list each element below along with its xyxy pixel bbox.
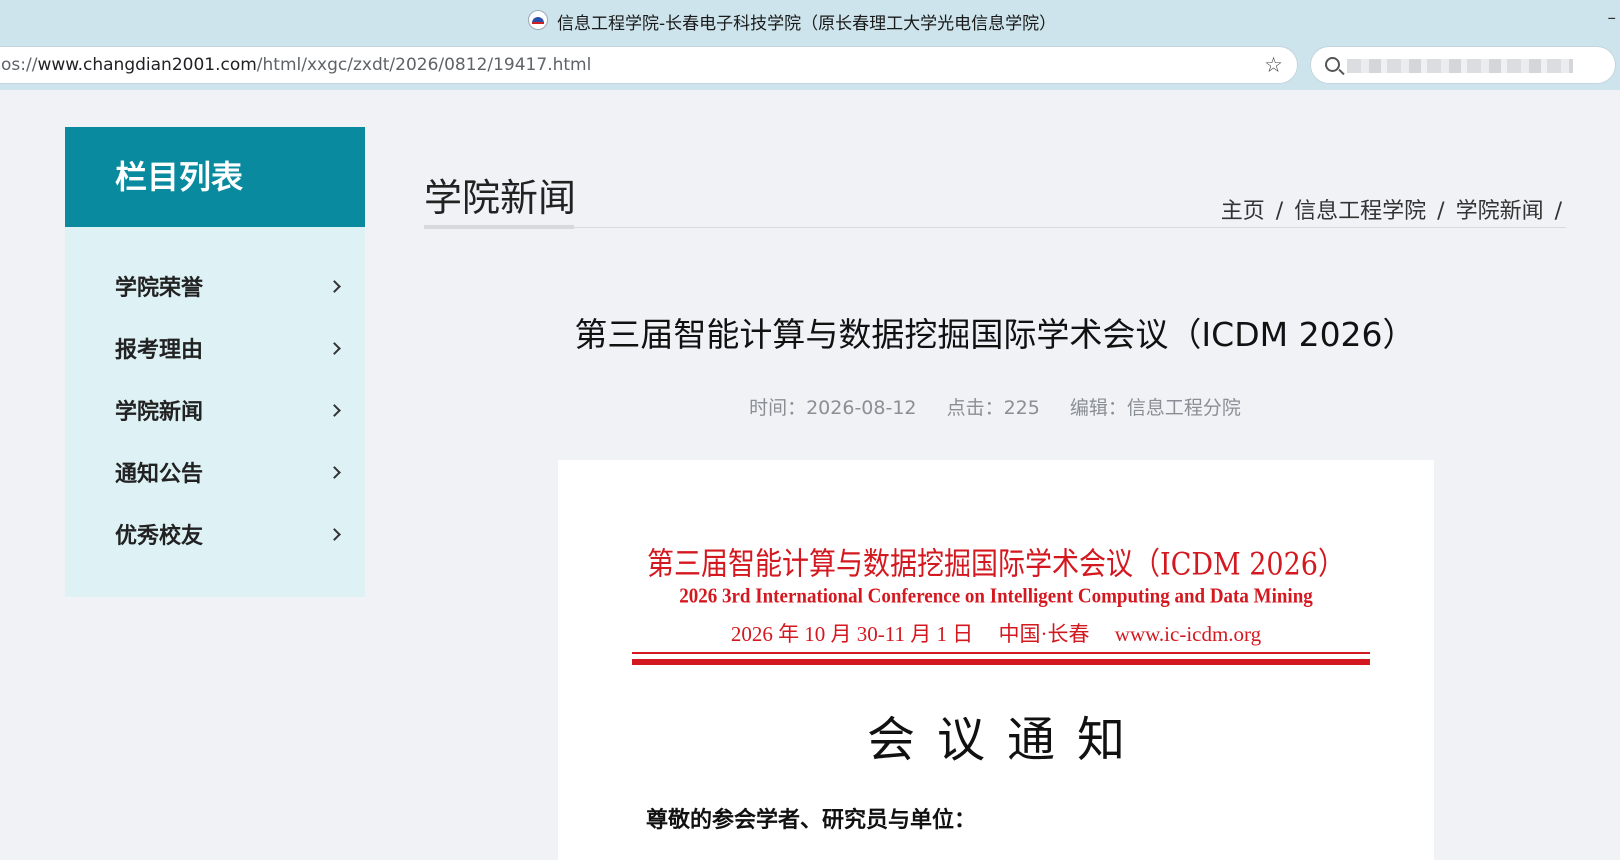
breadcrumb-college[interactable]: 信息工程学院	[1294, 199, 1426, 224]
sidebar-list: 学院荣誉 报考理由 学院新闻 通知公告 优秀校友	[65, 227, 365, 597]
url-text[interactable]: os://www.changdian2001.com/html/xxgc/zxd…	[1, 55, 591, 75]
sidebar-item-label: 通知公告	[115, 462, 204, 487]
search-box[interactable]	[1310, 46, 1616, 84]
notice-dateline: 2026 年 10 月 30-11 月 1 日 中国·长春 www.ic-icd…	[558, 618, 1434, 648]
article-editor: 编辑：信息工程分院	[1069, 397, 1241, 419]
notice-en-title: 2026 3rd International Conference on Int…	[679, 584, 1313, 608]
sidebar-item-label: 报考理由	[115, 338, 204, 363]
breadcrumb-separator: /	[1554, 199, 1562, 224]
browser-title-bar: 信息工程学院-长春电子科技学院（原长春理工大学光电信息学院） –	[0, 0, 1620, 40]
notice-site: www.ic-icdm.org	[1114, 622, 1262, 646]
sidebar-item-label: 学院新闻	[115, 400, 204, 425]
notice-place: 中国·长春	[998, 622, 1090, 646]
site-favicon-icon	[528, 10, 548, 30]
breadcrumb-news[interactable]: 学院新闻	[1456, 199, 1544, 224]
minimize-button[interactable]: –	[1608, 8, 1617, 28]
sidebar: 栏目列表 学院荣誉 报考理由 学院新闻 通知公告 优秀校友	[65, 127, 365, 597]
address-bar[interactable]: os://www.changdian2001.com/html/xxgc/zxd…	[0, 46, 1298, 84]
header-divider	[424, 227, 1566, 228]
page-title: 学院新闻	[424, 176, 577, 220]
notice-image: 第三届智能计算与数据挖掘国际学术会议（ICDM 2026） 2026 3rd I…	[558, 460, 1434, 860]
chevron-right-icon	[328, 279, 341, 293]
sidebar-item-label: 优秀校友	[115, 524, 204, 549]
notice-rule-thick	[632, 659, 1370, 665]
star-icon[interactable]: ☆	[1264, 53, 1283, 77]
sidebar-item-label: 学院荣誉	[115, 276, 204, 301]
article-title: 第三届智能计算与数据挖掘国际学术会议（ICDM 2026）	[574, 315, 1416, 354]
notice-date: 2026 年 10 月 30-11 月 1 日	[730, 622, 974, 646]
breadcrumb: 主页 / 信息工程学院 / 学院新闻 /	[1221, 193, 1566, 225]
breadcrumb-separator: /	[1275, 199, 1284, 224]
blurred-search-text	[1347, 59, 1573, 73]
notice-heading: 会议通知	[866, 712, 1147, 768]
tab-title: 信息工程学院-长春电子科技学院（原长春理工大学光电信息学院）	[557, 14, 1057, 34]
sidebar-item-honors[interactable]: 学院荣誉	[65, 255, 365, 317]
breadcrumb-separator: /	[1437, 199, 1445, 224]
search-icon	[1325, 57, 1340, 72]
sidebar-header: 栏目列表	[65, 127, 365, 227]
sidebar-item-news[interactable]: 学院新闻	[65, 379, 365, 441]
sidebar-item-reasons[interactable]: 报考理由	[65, 317, 365, 379]
breadcrumb-home[interactable]: 主页	[1221, 199, 1265, 224]
notice-rule-thin	[632, 652, 1370, 654]
address-bar-row: os://www.changdian2001.com/html/xxgc/zxd…	[0, 40, 1620, 90]
notice-salutation: 尊敬的参会学者、研究员与单位：	[646, 807, 977, 833]
sidebar-item-notices[interactable]: 通知公告	[65, 441, 365, 503]
chevron-right-icon	[328, 403, 341, 417]
notice-cn-title: 第三届智能计算与数据挖掘国际学术会议（ICDM 2026）	[647, 547, 1345, 583]
article-time: 时间：2026-08-12	[749, 397, 917, 419]
article-meta: 时间：2026-08-12 点击：225 编辑：信息工程分院	[424, 393, 1566, 420]
chevron-right-icon	[328, 341, 341, 355]
chevron-right-icon	[328, 527, 341, 541]
sidebar-item-alumni[interactable]: 优秀校友	[65, 503, 365, 565]
article-clicks: 点击：225	[946, 397, 1040, 419]
chevron-right-icon	[328, 465, 341, 479]
